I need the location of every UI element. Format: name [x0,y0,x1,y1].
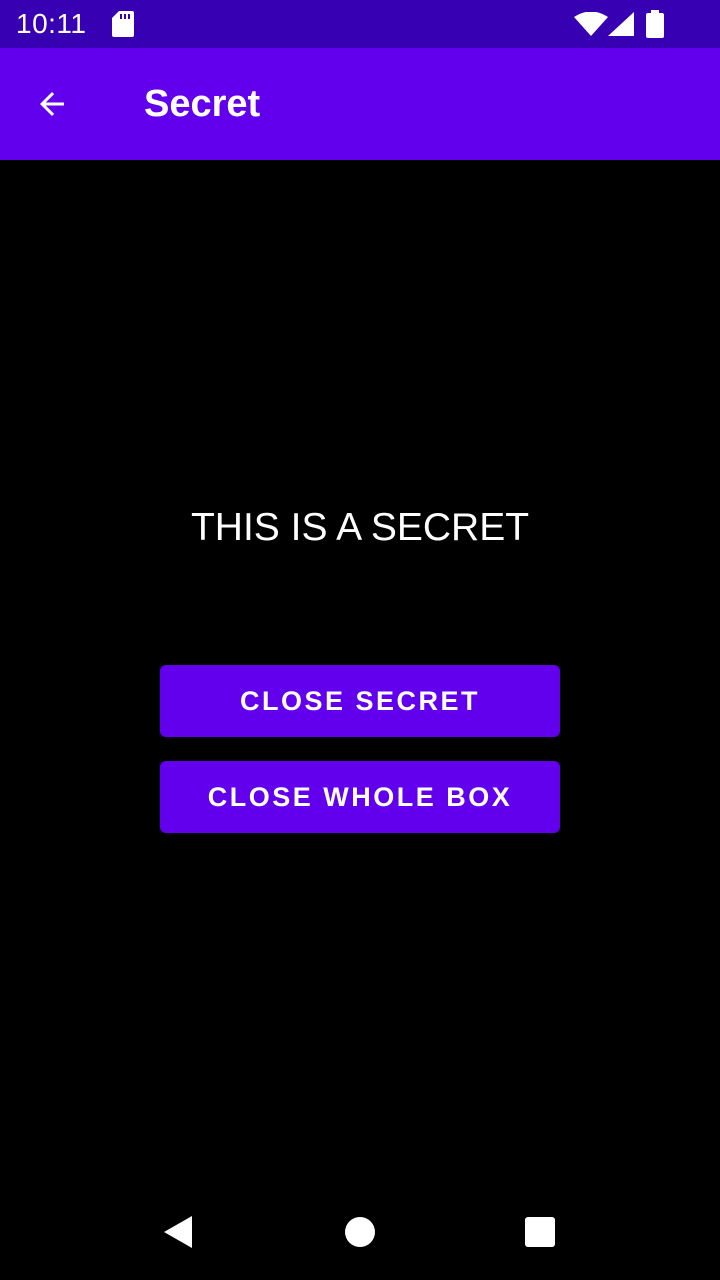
cell-signal-icon [608,12,634,36]
back-button[interactable] [20,72,84,136]
close-whole-box-button[interactable]: CLOSE WHOLE BOX [160,761,560,833]
secret-message: THIS IS A SECRET [190,506,530,549]
nav-recents-icon[interactable] [524,1216,556,1248]
status-time: 10:11 [16,8,87,39]
nav-home-icon[interactable] [344,1216,376,1248]
nav-back-icon[interactable] [160,1214,196,1250]
battery-icon [646,10,664,38]
wifi-icon [574,12,608,36]
arrow-back-icon [40,92,64,116]
sd-card-icon [112,11,134,37]
app-bar: Secret [0,48,720,160]
page-title: Secret [144,83,261,125]
navigation-bar [0,1184,720,1280]
close-secret-button[interactable]: CLOSE SECRET [160,665,560,737]
status-bar: 10:11 [0,0,720,48]
screen: 10:11 Secret THIS IS A SECRET CLOSE SECR… [0,0,720,1280]
